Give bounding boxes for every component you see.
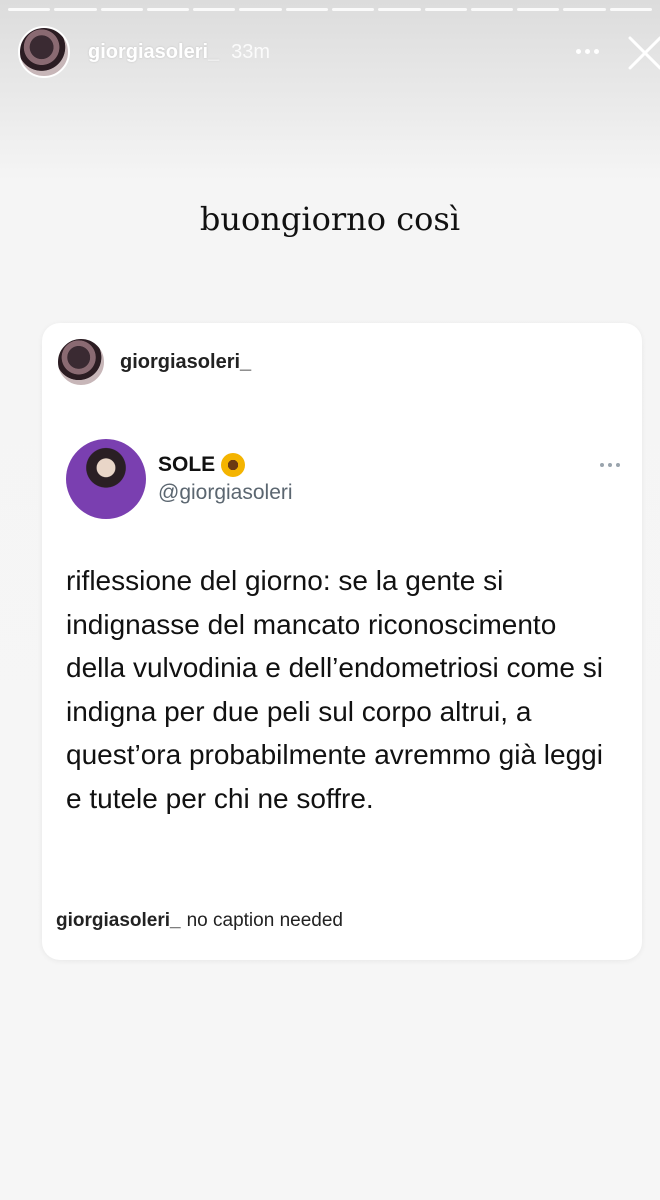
caption-username[interactable]: giorgiasoleri_ (56, 910, 181, 931)
story-header: giorgiasoleri_ 33m (18, 22, 660, 82)
story-caption-text: buongiorno così (199, 200, 461, 238)
story-progress-segment (100, 8, 143, 11)
story-progress-segment (239, 8, 282, 11)
story-progress-segment (424, 8, 467, 11)
story-progress-segment (609, 8, 652, 11)
caption-text: no caption needed (186, 910, 343, 931)
tweet-handle: @giorgiasoleri (158, 481, 293, 504)
story-avatar[interactable] (18, 26, 70, 78)
story-view: giorgiasoleri_ 33m buongiorno così giorg… (0, 0, 660, 1200)
tweet-avatar (66, 439, 146, 519)
post-caption: giorgiasoleri_ no caption needed (56, 910, 343, 932)
more-horizontal-icon[interactable] (572, 36, 602, 66)
story-timestamp: 33m (231, 40, 271, 63)
tweet-display-name: SOLE (158, 453, 293, 477)
story-progress-segment (8, 8, 51, 11)
sunflower-icon (221, 453, 246, 477)
close-icon[interactable] (626, 34, 660, 70)
tweet-text: riflessione del giorno: se la gente si i… (66, 565, 603, 814)
story-progress-segment (563, 8, 606, 11)
story-progress-segment (285, 8, 328, 11)
tweet-display-name-text: SOLE (158, 453, 216, 476)
story-progress-segment (470, 8, 514, 11)
story-progress-bar (8, 8, 652, 11)
story-progress-segment (517, 8, 560, 11)
post-username[interactable]: giorgiasoleri_ (120, 351, 251, 374)
story-username[interactable]: giorgiasoleri_ (88, 41, 219, 64)
story-progress-segment (54, 8, 97, 11)
tweet-more-icon (600, 463, 620, 467)
story-progress-segment (378, 8, 421, 11)
story-progress-segment (193, 8, 236, 11)
tweet-screenshot: SOLE @giorgiasoleri riflessione del gior… (66, 439, 626, 820)
story-progress-segment (331, 8, 375, 11)
tweet-header: SOLE @giorgiasoleri (66, 439, 626, 519)
post-avatar[interactable] (56, 337, 106, 387)
story-progress-segment (146, 8, 190, 11)
tweet-names: SOLE @giorgiasoleri (158, 453, 293, 505)
post-header[interactable]: giorgiasoleri_ (56, 337, 251, 387)
shared-post-card[interactable]: giorgiasoleri_ SOLE @giorgiasoleri rifle… (42, 323, 642, 960)
